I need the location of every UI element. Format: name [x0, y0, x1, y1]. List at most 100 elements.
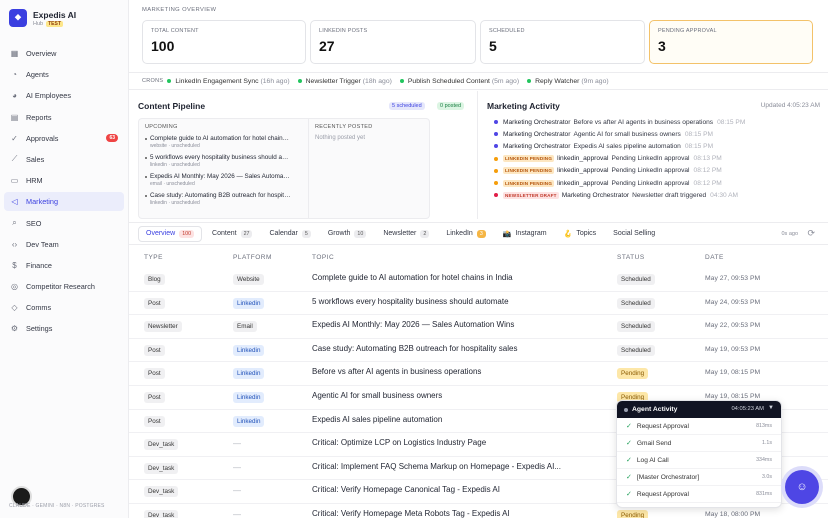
topic-cell: Critical: Implement FAQ Schema Markup on…	[312, 461, 561, 471]
sidebar-item-sales[interactable]: ⟋ Sales	[4, 150, 124, 169]
type-pill: Newsletter	[144, 321, 182, 333]
cron-item[interactable]: Publish Scheduled Content (5m ago)	[399, 78, 519, 85]
gear-icon: ⚙	[10, 324, 19, 334]
sidebar-item-reports[interactable]: ▤ Reports	[4, 108, 124, 127]
cron-item[interactable]: Reply Watcher (9m ago)	[527, 78, 609, 85]
topic-cell: Expedis AI sales pipeline automation	[312, 414, 443, 424]
sidebar-item-settings[interactable]: ⚙ Settings	[4, 319, 124, 338]
topic-cell: Case study: Automating B2B outreach for …	[312, 343, 518, 353]
check-icon: ✓	[626, 423, 632, 430]
sidebar-item-agents[interactable]: ◔ Agents	[4, 65, 124, 84]
sidebar-item-marketing[interactable]: ◁ Marketing	[4, 192, 124, 212]
tab-overview[interactable]: Overview 100	[138, 225, 203, 242]
stat-value: 3	[658, 38, 666, 54]
tab-linkedin[interactable]: LinkedIn 3	[439, 227, 492, 241]
sidebar-item-dev-team[interactable]: ‹› Dev Team	[4, 235, 124, 254]
sidebar-item-approvals[interactable]: ✓ Approvals 63	[4, 129, 124, 148]
users-icon: ◕	[12, 91, 17, 101]
platform-pill: —	[233, 510, 241, 518]
target-icon: ◎	[11, 282, 18, 292]
tab-content[interactable]: Content 27	[205, 227, 259, 241]
activity-row: LINKEDIN PENDING linkedin_approval Pending…	[494, 153, 824, 165]
platform-cell: —	[233, 439, 241, 448]
type-cell: Newsletter	[144, 321, 182, 333]
tab-topics[interactable]: 🪝 Topics	[557, 227, 604, 241]
agent-step-label: Request Approval	[636, 422, 689, 430]
agent-activity-panel: Agent Activity 04:05:23 AM ▼ ✓ Request Ap…	[616, 400, 782, 508]
platform-cell: Linkedin	[233, 344, 265, 356]
sidebar-item-label: Comms	[26, 303, 52, 313]
assistant-button[interactable]: ☺	[785, 470, 819, 504]
stat-card: SCHEDULED 5	[480, 20, 645, 64]
type-cell: Dev_task	[144, 510, 179, 518]
status-dot-icon	[297, 79, 302, 83]
type-pill: Post	[144, 368, 165, 380]
sidebar-item-ai-employees[interactable]: ◕ AI Employees	[4, 86, 124, 105]
sidebar-item-overview[interactable]: ▦ Overview	[4, 44, 124, 63]
code-icon: ‹›	[11, 239, 18, 249]
sidebar-item-hrm[interactable]: ▭ HRM	[4, 171, 124, 190]
agent-activity-row: ✓ Gmail Send 1.1s	[617, 435, 781, 452]
topic-cell: Before vs after AI agents in business op…	[312, 367, 482, 377]
activity-text: Expedis AI sales pipeline automation	[573, 142, 681, 150]
type-pill: Dev_task	[144, 486, 179, 498]
table-row[interactable]: Post Linkedin 5 workflows every hospitalit…	[129, 292, 828, 316]
activity-row: NEWSLETTER DRAFT Marketing Orchestrator Ne…	[494, 189, 824, 201]
tab-newsletter[interactable]: Newsletter 2	[376, 227, 436, 241]
table-row[interactable]: Blog Website Complete guide to AI automati…	[129, 268, 828, 292]
topic-cell: Critical: Optimize LCP on Logistics Indu…	[312, 438, 487, 448]
table-row[interactable]: Post Linkedin Before vs after AI agents in…	[129, 362, 828, 386]
upcoming-title-row: Expedis AI Monthly: May 2026 — Sales Aut…	[145, 173, 291, 180]
tab-social-selling[interactable]: Social Selling	[606, 227, 662, 240]
upcoming-title: 5 workflows every hospitality business s…	[150, 154, 291, 161]
agent-activity-header[interactable]: Agent Activity 04:05:23 AM ▼	[617, 401, 781, 418]
stat-label: TOTAL CONTENT	[151, 28, 199, 34]
upcoming-item[interactable]: Complete guide to AI automation for hote…	[145, 135, 291, 149]
agent-step-duration: 3.0s	[761, 474, 772, 480]
activity-actor: Marketing Orchestrator	[503, 130, 571, 138]
status-cell: Scheduled	[617, 297, 655, 309]
brand-hub: Hub	[33, 20, 44, 27]
activity-row: LINKEDIN PENDING linkedin_approval Pending…	[494, 165, 824, 177]
chevron-down-icon[interactable]: ▼	[768, 405, 774, 411]
sidebar-item-finance[interactable]: $ Finance	[4, 256, 124, 275]
upcoming-item[interactable]: 5 workflows every hospitality business s…	[145, 154, 291, 168]
upcoming-item[interactable]: Expedis AI Monthly: May 2026 — Sales Aut…	[145, 173, 291, 187]
tab-label: LinkedIn	[446, 230, 473, 237]
brand[interactable]: ⯁ Expedis AI Hub TEST	[9, 9, 76, 27]
agent-activity-row: ✓ Request Approval 831ms	[617, 486, 781, 503]
upcoming-item[interactable]: Case study: Automating B2B outreach for …	[145, 192, 291, 206]
stat-card: LINKEDIN POSTS 27	[310, 20, 476, 64]
cron-item[interactable]: LinkedIn Engagement Sync (16h ago)	[167, 77, 290, 85]
approvals-badge: 63	[106, 133, 118, 142]
cron-ago: (16h ago)	[260, 77, 290, 85]
cron-item[interactable]: Newsletter Trigger (18h ago)	[297, 78, 392, 85]
table-row[interactable]: Newsletter Email Expedis AI Monthly: May 2…	[129, 315, 828, 339]
bullet-icon	[145, 175, 147, 178]
brand-sub: Hub TEST	[33, 20, 76, 27]
tab-growth[interactable]: Growth 10	[321, 227, 373, 241]
tab-label: Instagram	[515, 230, 547, 237]
tab-label: Social Selling	[613, 230, 656, 237]
sidebar-item-comms[interactable]: ◇ Comms	[4, 298, 124, 317]
tab-count: 3	[476, 229, 486, 238]
activity-actor: linkedin_approval	[557, 179, 609, 187]
status-dot-icon	[527, 79, 532, 83]
sidebar-item-label: Overview	[26, 49, 57, 58]
megaphone-icon: ◁	[11, 197, 18, 207]
tab-calendar[interactable]: Calendar 5	[262, 227, 317, 241]
activity-row: LINKEDIN PENDING linkedin_approval Pending…	[494, 177, 824, 189]
tab-instagram[interactable]: 📸 Instagram	[496, 227, 554, 241]
type-cell: Dev_task	[144, 439, 179, 451]
platform-cell: —	[233, 486, 241, 495]
refresh-icon[interactable]: ⟳	[807, 228, 815, 239]
table-row[interactable]: Post Linkedin Case study: Automating B2B o…	[129, 339, 828, 363]
platform-cell: Linkedin	[233, 368, 265, 380]
date-cell: May 27, 09:53 PM	[705, 275, 761, 282]
agent-step-label: [Master Orchestrator]	[636, 473, 700, 481]
activity-list: Marketing Orchestrator Before vs after AI…	[494, 116, 824, 201]
sidebar-item-competitor-research[interactable]: ◎ Competitor Research	[4, 277, 124, 296]
sidebar-item-label: HRM	[26, 176, 43, 186]
agent-step-duration: 1.1s	[761, 440, 772, 446]
sidebar-item-seo[interactable]: ⌕ SEO	[4, 214, 124, 233]
